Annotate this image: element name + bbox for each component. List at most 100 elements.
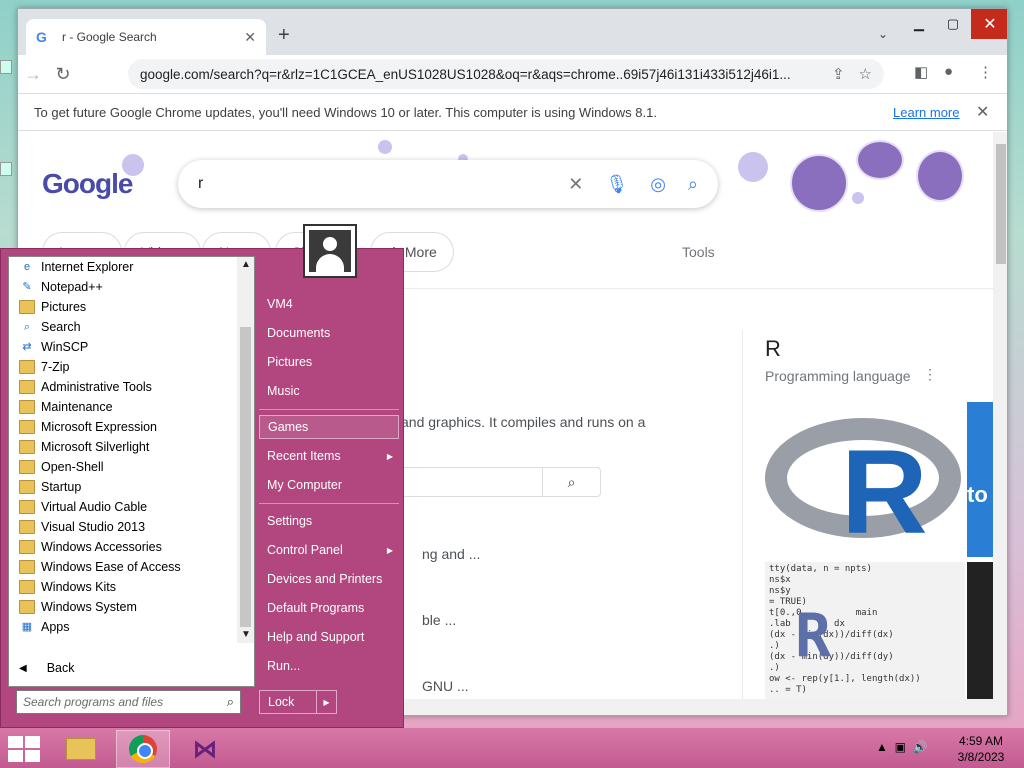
program-label: Startup	[41, 480, 82, 494]
program-item[interactable]: Administrative Tools	[9, 377, 239, 397]
program-item[interactable]: ▦ Apps	[9, 617, 239, 637]
clear-icon[interactable]: ✕	[568, 174, 583, 195]
start-item-music[interactable]: Music	[259, 379, 399, 403]
lock-button[interactable]: Lock ▶	[259, 690, 337, 714]
start-item-pictures[interactable]: Pictures	[259, 350, 399, 374]
tab-search-chevron-icon[interactable]: ⌄	[878, 27, 888, 41]
browser-tab[interactable]: G r - Google Search ✕	[26, 19, 266, 55]
folder-icon	[19, 300, 35, 314]
start-item-recent-items[interactable]: Recent Items ▶	[259, 444, 399, 468]
people-search-icon[interactable]: ⌕	[542, 468, 600, 496]
start-item-my-computer[interactable]: My Computer	[259, 473, 399, 497]
start-item-documents[interactable]: Documents	[259, 321, 399, 345]
folder-icon	[19, 480, 35, 494]
search-icon[interactable]: ⌕	[227, 694, 234, 710]
program-label: Maintenance	[41, 400, 113, 414]
recent-items-label: Recent Items	[267, 449, 341, 463]
start-item-games[interactable]: Games	[259, 415, 399, 439]
lock-label: Lock	[268, 695, 295, 709]
programs-scrollbar[interactable]: ▲ ▼	[237, 257, 254, 643]
microphone-icon[interactable]: 🎙	[605, 174, 628, 195]
program-item[interactable]: Startup	[9, 477, 239, 497]
search-input[interactable]: r	[198, 175, 546, 193]
r-logo-image[interactable]: R	[765, 402, 965, 557]
programs-list-panel: e Internet Explorer ✎ Notepad++ Pictures ⌕ Sea…	[8, 256, 255, 687]
camera-lens-icon[interactable]: ◎	[650, 174, 666, 195]
program-item[interactable]: ✎ Notepad++	[9, 277, 239, 297]
infobar-close-icon[interactable]: ✕	[976, 102, 989, 122]
program-item[interactable]: Windows Accessories	[9, 537, 239, 557]
maximize-button[interactable]: ▢	[936, 9, 970, 39]
program-item[interactable]: Open-Shell	[9, 457, 239, 477]
start-item-help-support[interactable]: Help and Support	[259, 625, 399, 649]
kp-more-icon[interactable]: ⋮	[923, 366, 937, 383]
program-item[interactable]: Visual Studio 2013	[9, 517, 239, 537]
desktop-icon[interactable]	[0, 162, 12, 176]
program-item[interactable]: Maintenance	[9, 397, 239, 417]
tab-close-icon[interactable]: ✕	[244, 29, 256, 46]
profile-icon[interactable]: ●	[944, 63, 953, 80]
program-item[interactable]: ⇄ WinSCP	[9, 337, 239, 357]
scroll-up-icon[interactable]: ▲	[241, 259, 251, 270]
windows-start-icon[interactable]	[8, 736, 40, 762]
reload-icon[interactable]: ↻	[48, 64, 78, 85]
show-hidden-icons-icon[interactable]: ▲	[876, 740, 888, 754]
forward-arrow-icon[interactable]: →	[18, 64, 48, 85]
new-tab-button[interactable]: +	[278, 25, 290, 45]
back-button[interactable]: ◀ Back	[19, 661, 75, 675]
program-label: 7-Zip	[41, 360, 70, 374]
scroll-down-icon[interactable]: ▼	[241, 629, 251, 640]
program-item[interactable]: Windows Ease of Access	[9, 557, 239, 577]
knowledge-panel: R Programming language ⋮ R to tty(data, …	[742, 330, 993, 715]
program-item[interactable]: 7-Zip	[9, 357, 239, 377]
start-search-input[interactable]: Search programs and files ⌕	[16, 690, 241, 714]
address-bar[interactable]: 🔒 google.com/search?q=r&rlz=1C1GCEA_enUS…	[128, 59, 884, 524]
program-item[interactable]: ⌕ Search	[9, 317, 239, 337]
learn-more-link[interactable]: Learn more	[893, 105, 959, 120]
start-item-settings[interactable]: Settings	[259, 509, 399, 533]
program-label: Notepad++	[41, 280, 103, 294]
tools-button[interactable]: Tools	[682, 244, 715, 260]
start-item-vm4[interactable]: VM4	[259, 292, 399, 316]
clock-date: 3/8/2023	[957, 750, 1005, 764]
program-item[interactable]: Microsoft Expression	[9, 417, 239, 437]
program-item[interactable]: Windows Kits	[9, 577, 239, 597]
program-item[interactable]: Microsoft Silverlight	[9, 437, 239, 457]
program-label: Search	[41, 320, 81, 334]
google-doodle-logo[interactable]: Google	[42, 168, 133, 200]
share-icon[interactable]: ⇪	[832, 65, 845, 83]
kp-dark-image[interactable]	[967, 562, 993, 702]
search-icon[interactable]: ⌕	[688, 174, 698, 195]
start-item-control-panel[interactable]: Control Panel ▶	[259, 538, 399, 562]
close-window-button[interactable]: ✕	[971, 9, 1007, 39]
program-item[interactable]: Pictures	[9, 297, 239, 317]
lock-options-arrow-icon[interactable]: ▶	[316, 691, 336, 713]
submenu-arrow-icon: ▶	[386, 545, 393, 555]
side-panel-icon[interactable]: ◧	[914, 63, 928, 81]
doodle-illustration	[916, 150, 964, 202]
search-box[interactable]: r ✕ 🎙 ◎ ⌕	[178, 160, 718, 208]
start-item-devices-printers[interactable]: Devices and Printers	[259, 567, 399, 591]
taskbar-clock[interactable]: 4:59 AM 3/8/2023	[955, 733, 1007, 765]
chrome-taskbar-icon[interactable]	[116, 730, 170, 768]
program-label: Pictures	[41, 300, 87, 314]
vertical-scrollbar[interactable]	[993, 132, 1007, 715]
network-icon[interactable]: ▣	[895, 740, 906, 754]
minimize-button[interactable]: ▁	[902, 9, 936, 39]
program-item[interactable]: Virtual Audio Cable	[9, 497, 239, 517]
kp-side-image[interactable]: to	[967, 402, 993, 557]
url-text[interactable]: google.com/search?q=r&rlz=1C1GCEA_enUS10…	[140, 67, 818, 82]
start-item-run[interactable]: Run...	[259, 654, 399, 678]
bookmark-star-icon[interactable]: ☆	[859, 65, 872, 83]
file-explorer-icon[interactable]	[54, 730, 108, 768]
program-item[interactable]: Windows System	[9, 597, 239, 617]
program-item[interactable]: e Internet Explorer	[9, 257, 239, 277]
chrome-menu-icon[interactable]: ⋮	[978, 63, 993, 81]
r-code-image[interactable]: tty(data, n = npts) ns$x ns$y = TRUE) t[…	[765, 562, 965, 702]
start-item-default-programs[interactable]: Default Programs	[259, 596, 399, 620]
folder-icon	[19, 440, 35, 454]
user-avatar[interactable]	[303, 224, 357, 278]
visual-studio-icon[interactable]: ⋈	[178, 730, 232, 768]
volume-icon[interactable]: 🔊	[913, 740, 928, 754]
desktop-icon[interactable]	[0, 60, 12, 74]
